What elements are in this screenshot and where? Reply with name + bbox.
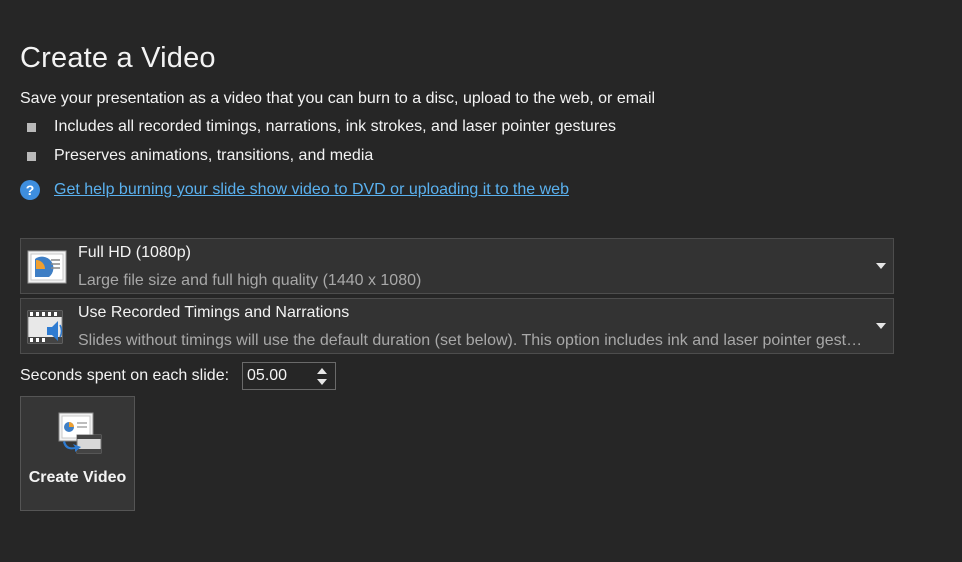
help-icon: ? xyxy=(20,180,40,200)
chevron-down-icon xyxy=(876,263,886,269)
seconds-row: Seconds spent on each slide: 05.00 xyxy=(20,362,337,390)
video-quality-icon xyxy=(27,250,67,284)
create-video-icon xyxy=(58,412,102,454)
video-quality-dropdown[interactable]: Full HD (1080p) Large file size and full… xyxy=(20,238,894,294)
spin-down-icon[interactable] xyxy=(317,379,328,385)
page-title: Create a Video xyxy=(20,42,216,74)
create-video-button[interactable]: Create Video xyxy=(20,396,135,511)
spin-up-icon[interactable] xyxy=(317,368,328,374)
page-description: Save your presentation as a video that y… xyxy=(20,90,656,107)
create-video-label: Create Video xyxy=(28,469,127,486)
bullet-square-icon xyxy=(27,151,36,161)
help-link[interactable]: Get help burning your slide show video t… xyxy=(54,181,569,199)
quality-selected: Full HD (1080p) xyxy=(78,244,191,261)
bullet-text: Includes all recorded timings, narration… xyxy=(54,118,617,135)
seconds-spinner[interactable]: 05.00 xyxy=(242,362,337,390)
bullet-item: Preserves animations, transitions, and m… xyxy=(20,147,373,165)
chevron-down-icon xyxy=(876,323,886,329)
bullet-text: Preserves animations, transitions, and m… xyxy=(54,147,374,164)
seconds-value[interactable]: 05.00 xyxy=(247,367,287,385)
timings-dropdown[interactable]: Use Recorded Timings and Narrations Slid… xyxy=(20,298,894,354)
seconds-label: Seconds spent on each slide: xyxy=(20,367,230,384)
timings-selected: Use Recorded Timings and Narrations xyxy=(78,304,350,321)
bullet-square-icon xyxy=(27,122,36,132)
bullet-item: Includes all recorded timings, narration… xyxy=(20,118,616,136)
create-video-pane: Create a Video Save your presentation as… xyxy=(0,0,962,562)
quality-description: Large file size and full high quality (1… xyxy=(78,272,422,289)
timings-description: Slides without timings will use the defa… xyxy=(78,332,868,349)
help-row: ? Get help burning your slide show video… xyxy=(20,180,569,200)
timings-narration-icon xyxy=(27,310,63,344)
